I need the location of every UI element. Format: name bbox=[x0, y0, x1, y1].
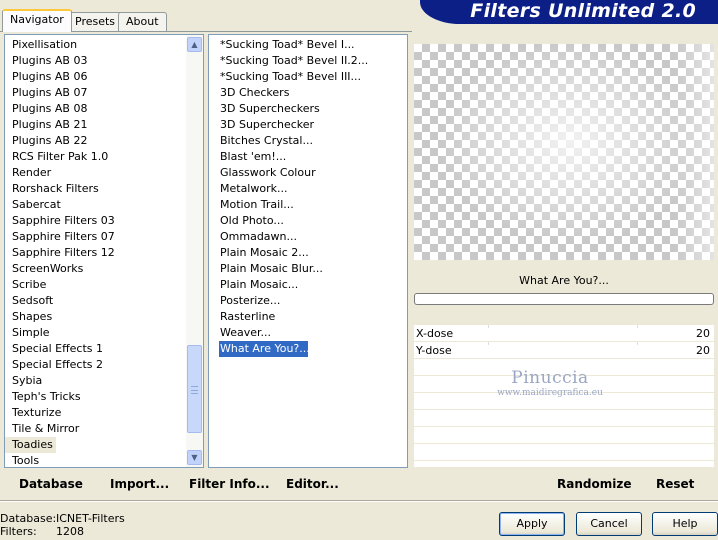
preview-edge bbox=[674, 44, 714, 260]
category-item[interactable]: Sapphire Filters 12 bbox=[5, 245, 187, 261]
category-item[interactable]: ScreenWorks bbox=[5, 261, 187, 277]
category-item[interactable]: Plugins AB 07 bbox=[5, 85, 187, 101]
scroll-thumb[interactable] bbox=[187, 345, 202, 433]
category-item[interactable]: Plugins AB 06 bbox=[5, 69, 187, 85]
param-slot bbox=[414, 444, 714, 461]
app-title: Filters Unlimited 2.0 bbox=[470, 0, 696, 22]
title-banner: Filters Unlimited 2.0 bbox=[420, 0, 718, 24]
selected-filter-name: What Are You?... bbox=[519, 274, 609, 287]
category-item[interactable]: Plugins AB 22 bbox=[5, 133, 187, 149]
param-y-dose[interactable]: Y-dose 20 bbox=[414, 342, 714, 359]
chevron-down-icon: ▼ bbox=[191, 453, 198, 462]
category-item[interactable]: Tools bbox=[5, 453, 187, 469]
category-item[interactable]: Shapes bbox=[5, 309, 187, 325]
progress-bar bbox=[414, 293, 714, 305]
category-item[interactable]: Plugins AB 03 bbox=[5, 53, 187, 69]
category-item[interactable]: Toadies bbox=[5, 437, 56, 453]
param-label: Y-dose bbox=[416, 344, 452, 357]
apply-button[interactable]: Apply bbox=[499, 512, 565, 536]
tab-about[interactable]: About bbox=[118, 12, 167, 31]
category-item[interactable]: Sabercat bbox=[5, 197, 187, 213]
filter-item[interactable]: 3D Supercheckers bbox=[209, 101, 407, 117]
preview-effect bbox=[414, 44, 714, 260]
bottom-toolbar: Database Import... Filter Info... Editor… bbox=[0, 472, 718, 498]
scroll-down-button[interactable]: ▼ bbox=[187, 450, 202, 465]
category-item[interactable]: Sedsoft bbox=[5, 293, 187, 309]
filter-item[interactable]: Glasswork Colour bbox=[209, 165, 407, 181]
param-value[interactable]: 20 bbox=[696, 342, 710, 359]
editor-button[interactable]: Editor... bbox=[286, 477, 339, 491]
filter-list[interactable]: *Sucking Toad* Bevel I... *Sucking Toad* … bbox=[209, 37, 407, 357]
filter-item[interactable]: Plain Mosaic Blur... bbox=[209, 261, 407, 277]
database-button[interactable]: Database bbox=[19, 477, 83, 491]
tab-presets[interactable]: Presets bbox=[67, 12, 124, 31]
tab-bar: Navigator Presets About bbox=[0, 0, 420, 32]
randomize-button[interactable]: Randomize bbox=[557, 477, 631, 491]
filter-item[interactable]: 3D Superchecker bbox=[209, 117, 407, 133]
category-item[interactable]: Simple bbox=[5, 325, 187, 341]
reset-button[interactable]: Reset bbox=[656, 477, 694, 491]
database-value: ICNET-Filters bbox=[56, 512, 125, 525]
filter-item[interactable]: Plain Mosaic... bbox=[209, 277, 407, 293]
category-item[interactable]: Special Effects 2 bbox=[5, 357, 187, 373]
filter-item[interactable]: *Sucking Toad* Bevel I... bbox=[209, 37, 407, 53]
watermark-title: Pinuccia bbox=[511, 368, 589, 388]
grip-icon bbox=[191, 386, 198, 394]
preview-canvas[interactable] bbox=[414, 44, 714, 260]
watermark-url: www.maidiregrafica.eu bbox=[497, 388, 603, 398]
filter-item[interactable]: Plain Mosaic 2... bbox=[209, 245, 407, 261]
category-item[interactable]: Sybia bbox=[5, 373, 187, 389]
filter-item[interactable]: Bitches Crystal... bbox=[209, 133, 407, 149]
filter-item[interactable]: Posterize... bbox=[209, 293, 407, 309]
category-item[interactable]: Scribe bbox=[5, 277, 187, 293]
category-item[interactable]: Texturize bbox=[5, 405, 187, 421]
category-item[interactable]: Special Effects 1 bbox=[5, 341, 187, 357]
category-item[interactable]: Render bbox=[5, 165, 187, 181]
category-item[interactable]: Teph's Tricks bbox=[5, 389, 187, 405]
filter-item[interactable]: Motion Trail... bbox=[209, 197, 407, 213]
filter-item[interactable]: What Are You?... bbox=[219, 341, 310, 357]
database-info: Database: ICNET-Filters Filters: 1208 bbox=[0, 512, 125, 538]
filter-item[interactable]: *Sucking Toad* Bevel III... bbox=[209, 69, 407, 85]
slider-ticks bbox=[488, 342, 638, 345]
category-item[interactable]: Sapphire Filters 03 bbox=[5, 213, 187, 229]
category-item[interactable]: Pixellisation bbox=[5, 37, 187, 53]
param-value[interactable]: 20 bbox=[696, 325, 710, 342]
param-slot bbox=[414, 427, 714, 444]
category-item[interactable]: Plugins AB 08 bbox=[5, 101, 187, 117]
footer-divider bbox=[0, 500, 718, 502]
database-label: Database: bbox=[0, 512, 57, 525]
import-button[interactable]: Import... bbox=[110, 477, 169, 491]
filter-list-panel: *Sucking Toad* Bevel I... *Sucking Toad* … bbox=[208, 34, 408, 468]
filter-info-button[interactable]: Filter Info... bbox=[189, 477, 270, 491]
category-item[interactable]: Tile & Mirror bbox=[5, 421, 187, 437]
category-item[interactable]: Rorshack Filters bbox=[5, 181, 187, 197]
filter-item[interactable]: Blast 'em!... bbox=[209, 149, 407, 165]
param-slot bbox=[414, 410, 714, 427]
param-label: X-dose bbox=[416, 327, 454, 340]
category-list[interactable]: Pixellisation Plugins AB 03 Plugins AB 06 P… bbox=[5, 37, 187, 469]
category-item[interactable]: Plugins AB 21 bbox=[5, 117, 187, 133]
category-item[interactable]: Sapphire Filters 07 bbox=[5, 229, 187, 245]
cancel-button[interactable]: Cancel bbox=[576, 512, 642, 536]
category-item[interactable]: RCS Filter Pak 1.0 bbox=[5, 149, 187, 165]
param-x-dose[interactable]: X-dose 20 bbox=[414, 325, 714, 342]
category-list-panel: Pixellisation Plugins AB 03 Plugins AB 06 P… bbox=[4, 34, 204, 468]
slider-ticks bbox=[488, 325, 638, 328]
filter-item[interactable]: Old Photo... bbox=[209, 213, 407, 229]
filter-item[interactable]: Ommadawn... bbox=[209, 229, 407, 245]
filters-count: 1208 bbox=[56, 525, 84, 538]
filters-label: Filters: bbox=[0, 525, 37, 538]
filter-item[interactable]: Metalwork... bbox=[209, 181, 407, 197]
chevron-up-icon: ▲ bbox=[191, 40, 198, 49]
filter-item[interactable]: Weaver... bbox=[209, 325, 407, 341]
help-button[interactable]: Help bbox=[652, 512, 718, 536]
filter-item[interactable]: *Sucking Toad* Bevel II.2... bbox=[209, 53, 407, 69]
watermark: Pinuccia www.maidiregrafica.eu bbox=[470, 368, 630, 398]
tab-navigator[interactable]: Navigator bbox=[2, 9, 72, 32]
filter-item[interactable]: 3D Checkers bbox=[209, 85, 407, 101]
filter-item[interactable]: Rasterline bbox=[209, 309, 407, 325]
category-scrollbar[interactable]: ▲ ▼ bbox=[186, 35, 203, 467]
scroll-up-button[interactable]: ▲ bbox=[187, 37, 202, 52]
